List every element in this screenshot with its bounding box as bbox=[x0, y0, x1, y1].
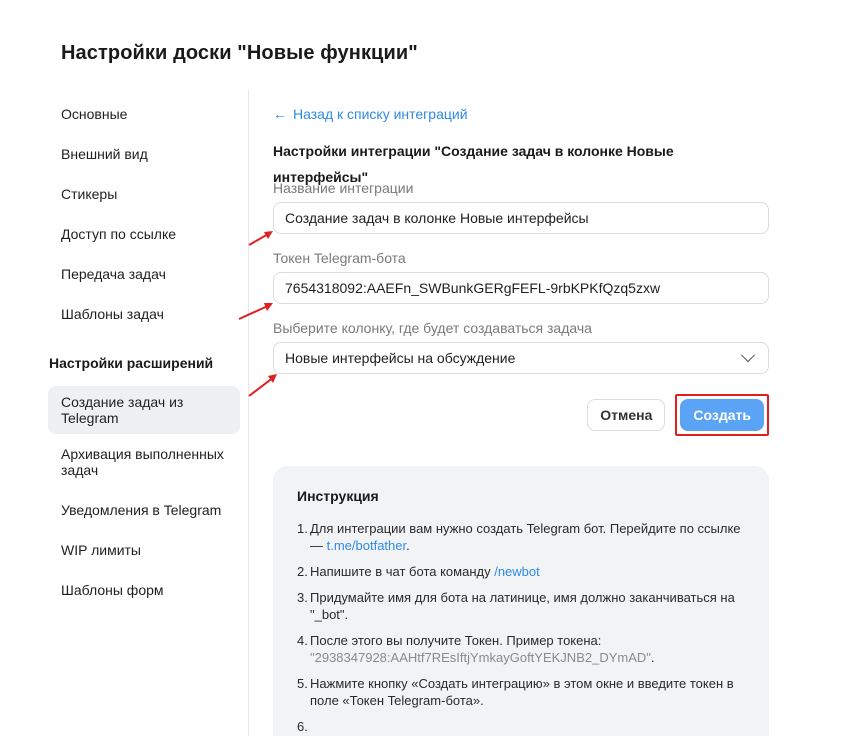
sidebar-item-stickers[interactable]: Стикеры bbox=[48, 174, 248, 214]
instruction-step: 1. Для интеграции вам нужно создать Tele… bbox=[297, 521, 741, 553]
instruction-steps: 1. Для интеграции вам нужно создать Tele… bbox=[297, 520, 745, 735]
instruction-step: 5. Нажмите кнопку «Создать интеграцию» в… bbox=[297, 676, 734, 708]
sidebar-item-general[interactable]: Основные bbox=[48, 94, 248, 134]
sidebar-item-link-access[interactable]: Доступ по ссылке bbox=[48, 214, 248, 254]
integration-name-label: Название интеграции bbox=[273, 180, 414, 196]
page-title: Настройки доски "Новые функции" bbox=[61, 42, 418, 64]
integration-name-input[interactable]: Создание задач в колонке Новые интерфейс… bbox=[273, 202, 769, 234]
sidebar-item-form-templates[interactable]: Шаблоны форм bbox=[48, 570, 248, 610]
create-button-highlight: Создать bbox=[675, 394, 769, 436]
instruction-step: 6. bbox=[297, 719, 308, 734]
sidebar-item-wip-limits[interactable]: WIP лимиты bbox=[48, 530, 248, 570]
instruction-panel: Инструкция 1. Для интеграции вам нужно с… bbox=[273, 466, 769, 736]
bot-token-input[interactable]: 7654318092:AAEFn_SWBunkGERgFEFL-9rbKPKfQ… bbox=[273, 272, 769, 304]
integration-settings-form: ← Назад к списку интеграций Настройки ин… bbox=[273, 96, 769, 436]
instruction-step: 4. После этого вы получите Токен. Пример… bbox=[297, 633, 655, 665]
form-actions: Отмена Создать bbox=[273, 394, 769, 436]
back-to-integrations-link[interactable]: ← Назад к списку интеграций bbox=[273, 96, 468, 132]
column-select-value: Новые интерфейсы на обсуждение bbox=[285, 350, 516, 366]
integration-settings-title: Настройки интеграции "Создание задач в к… bbox=[273, 143, 674, 185]
sidebar-item-appearance[interactable]: Внешний вид bbox=[48, 134, 248, 174]
back-link-label: Назад к списку интеграций bbox=[293, 106, 468, 122]
annotation-arrow-token-field bbox=[238, 303, 273, 320]
sidebar-item-telegram-notifications[interactable]: Уведомления в Telegram bbox=[48, 490, 248, 530]
column-select[interactable]: Новые интерфейсы на обсуждение bbox=[273, 342, 769, 374]
sidebar-item-task-templates[interactable]: Шаблоны задач bbox=[48, 294, 248, 334]
annotation-arrow-column-select bbox=[248, 374, 277, 397]
sidebar-item-telegram-tasks[interactable]: Создание задач из Telegram bbox=[48, 386, 240, 434]
instruction-step: 2. Напишите в чат бота команду /newbot bbox=[297, 564, 540, 579]
sidebar-section-extensions: Настройки расширений bbox=[49, 355, 214, 371]
sidebar-item-task-transfer[interactable]: Передача задач bbox=[48, 254, 248, 294]
settings-sidebar: Основные Внешний вид Стикеры Доступ по с… bbox=[48, 94, 248, 610]
chevron-down-icon bbox=[740, 348, 756, 363]
bot-token-label: Токен Telegram-бота bbox=[273, 250, 406, 266]
sidebar-divider bbox=[248, 90, 249, 736]
botfather-link[interactable]: t.me/botfather bbox=[327, 538, 407, 553]
create-button[interactable]: Создать bbox=[680, 399, 764, 431]
instruction-step: 3. Придумайте имя для бота на латинице, … bbox=[297, 590, 735, 622]
token-example: "2938347928:AAHtf7REsIftjYmkayGoftYEKJNB… bbox=[310, 650, 651, 665]
column-select-label: Выберите колонку, где будет создаваться … bbox=[273, 320, 592, 336]
arrow-left-icon: ← bbox=[273, 106, 287, 122]
instruction-title: Инструкция bbox=[297, 488, 379, 504]
cancel-button[interactable]: Отмена bbox=[587, 399, 666, 431]
sidebar-item-archive-done[interactable]: Архивация выполненных задач bbox=[48, 438, 248, 486]
annotation-arrow-name-field bbox=[248, 231, 273, 246]
newbot-command-link[interactable]: /newbot bbox=[494, 564, 540, 579]
